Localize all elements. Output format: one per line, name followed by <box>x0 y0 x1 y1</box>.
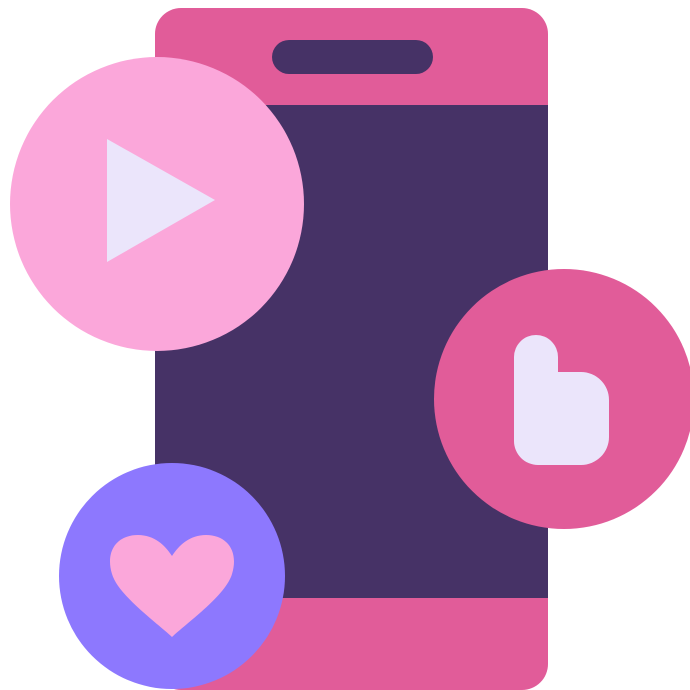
heart-badge <box>59 463 285 689</box>
play-badge <box>10 57 304 351</box>
illustration-canvas <box>0 0 690 690</box>
thumbs-up-icon <box>514 335 609 465</box>
heart-icon <box>109 535 235 637</box>
like-badge <box>434 269 690 529</box>
play-icon <box>107 139 215 262</box>
